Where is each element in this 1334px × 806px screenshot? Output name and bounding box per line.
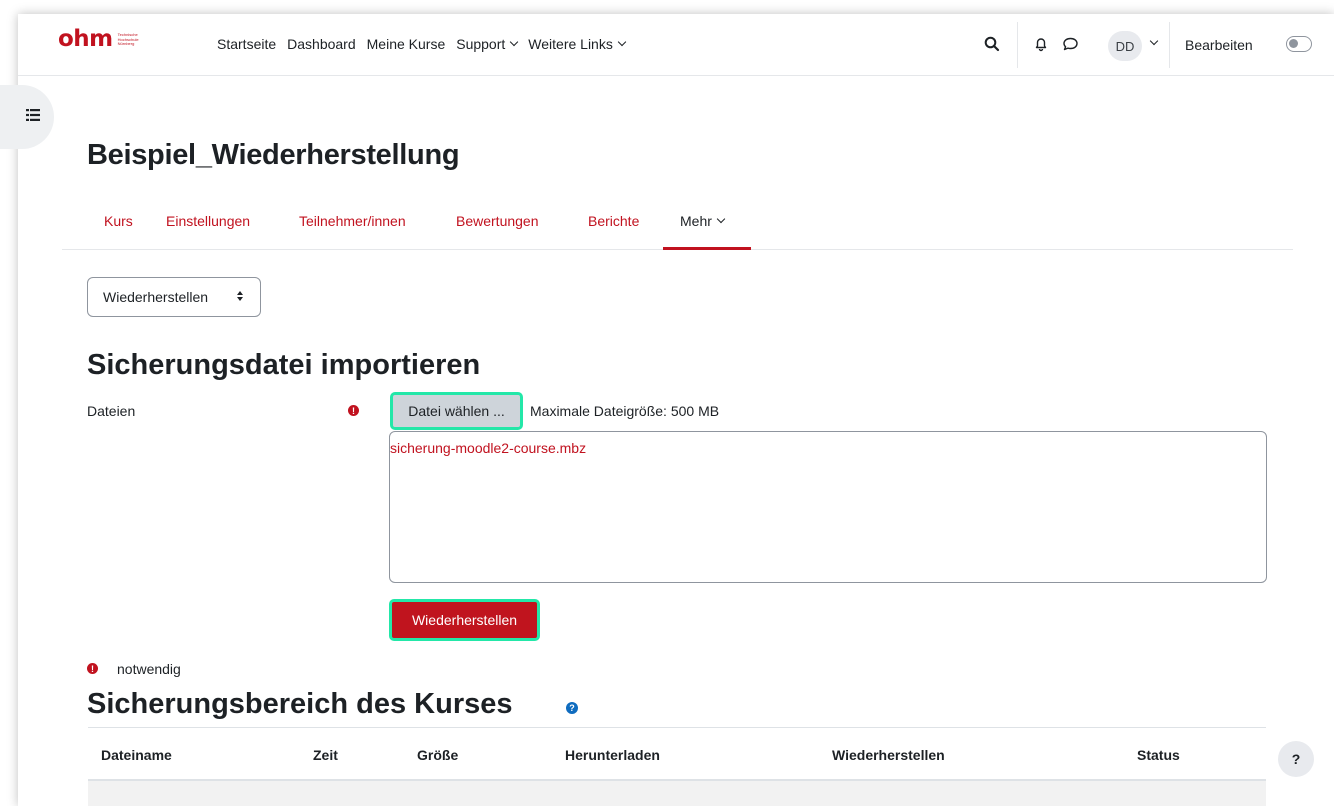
column-header-groesse: Größe [417, 747, 459, 763]
chevron-down-icon[interactable] [1147, 36, 1161, 50]
tab-einstellungen[interactable]: Einstellungen [166, 213, 250, 229]
tab-bewertungen[interactable]: Bewertungen [456, 213, 539, 229]
required-icon: ! [87, 663, 98, 674]
select-value: Wiederherstellen [103, 289, 209, 305]
files-field-label: Dateien [87, 403, 136, 419]
select-arrows-icon [237, 291, 243, 301]
navbar-divider [1017, 22, 1018, 68]
drawer-icon [26, 108, 40, 126]
avatar[interactable]: DD [1108, 31, 1142, 61]
required-icon: ! [348, 405, 359, 416]
top-navbar: ohm Technische Hochschule Nürnberg Start… [18, 14, 1334, 76]
table-top-border [88, 727, 1266, 728]
navbar-divider [1169, 22, 1170, 68]
choose-file-button[interactable]: Datei wählen ... [390, 392, 523, 430]
column-header-dateiname: Dateiname [101, 747, 172, 763]
tab-mehr-label: Mehr [680, 213, 712, 229]
edit-mode-toggle[interactable] [1286, 36, 1312, 52]
tab-kurs[interactable]: Kurs [104, 213, 133, 229]
active-tab-indicator [663, 247, 751, 250]
max-file-size: Maximale Dateigröße: 500 MB [530, 403, 720, 419]
message-icon[interactable] [1060, 34, 1080, 54]
help-button[interactable]: ? [1278, 741, 1314, 777]
search-icon[interactable] [982, 34, 1002, 54]
page-title: Beispiel_Wiederherstellung [87, 139, 460, 171]
column-header-status: Status [1137, 747, 1180, 763]
column-header-zeit: Zeit [313, 747, 338, 763]
column-header-wiederherstellen: Wiederherstellen [832, 747, 945, 763]
chevron-down-icon [716, 214, 726, 224]
edit-mode-label: Bearbeiten [1185, 37, 1253, 53]
backup-area-heading: Sicherungsbereich des Kurses [87, 688, 513, 720]
help-icon[interactable]: ? [566, 702, 578, 714]
navbar-right-area: DD Bearbeiten [18, 14, 1334, 76]
tab-mehr[interactable]: Mehr [680, 213, 726, 229]
bell-icon[interactable] [1031, 34, 1051, 54]
user-menu-chevron [1149, 36, 1159, 46]
file-drop-area[interactable]: sicherung-moodle2-course.mbz [389, 431, 1267, 583]
course-secondary-nav: Kurs Einstellungen Teilnehmer/innen Bewe… [86, 200, 1293, 250]
selected-file-link[interactable]: sicherung-moodle2-course.mbz [390, 440, 586, 456]
table-row [88, 781, 1266, 806]
import-heading: Sicherungsdatei importieren [87, 349, 481, 381]
required-note: notwendig [117, 661, 181, 677]
tab-teilnehmer[interactable]: Teilnehmer/innen [299, 213, 406, 229]
column-header-herunterladen: Herunterladen [565, 747, 660, 763]
toggle-knob [1289, 39, 1298, 48]
restore-action-select[interactable]: Wiederherstellen [87, 277, 261, 317]
tab-berichte[interactable]: Berichte [588, 213, 639, 229]
restore-submit-button[interactable]: Wiederherstellen [389, 599, 540, 641]
